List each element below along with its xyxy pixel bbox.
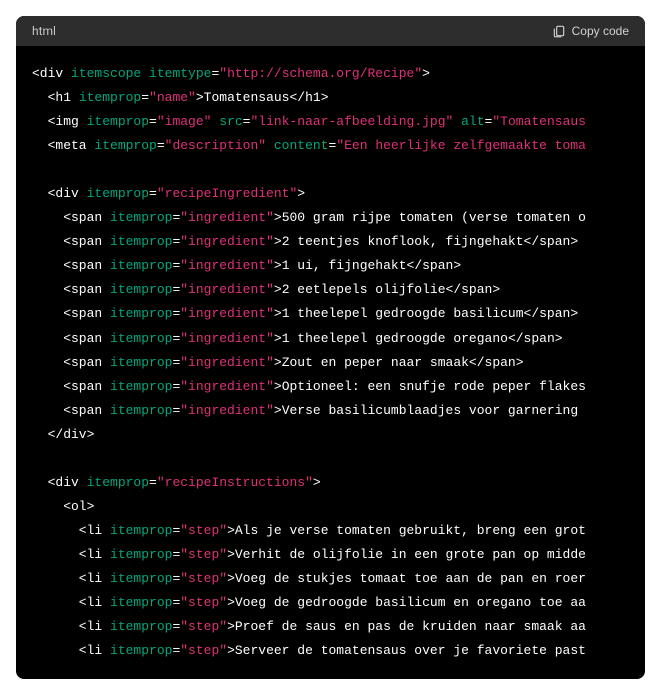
code-block: html Copy code <div itemscope itemtype="… bbox=[16, 16, 645, 679]
language-label: html bbox=[32, 24, 56, 38]
code-header: html Copy code bbox=[16, 16, 645, 46]
code-content[interactable]: <div itemscope itemtype="http://schema.o… bbox=[16, 46, 645, 679]
copy-code-button[interactable]: Copy code bbox=[552, 24, 629, 38]
copy-code-label: Copy code bbox=[572, 24, 629, 38]
clipboard-icon bbox=[552, 24, 566, 38]
